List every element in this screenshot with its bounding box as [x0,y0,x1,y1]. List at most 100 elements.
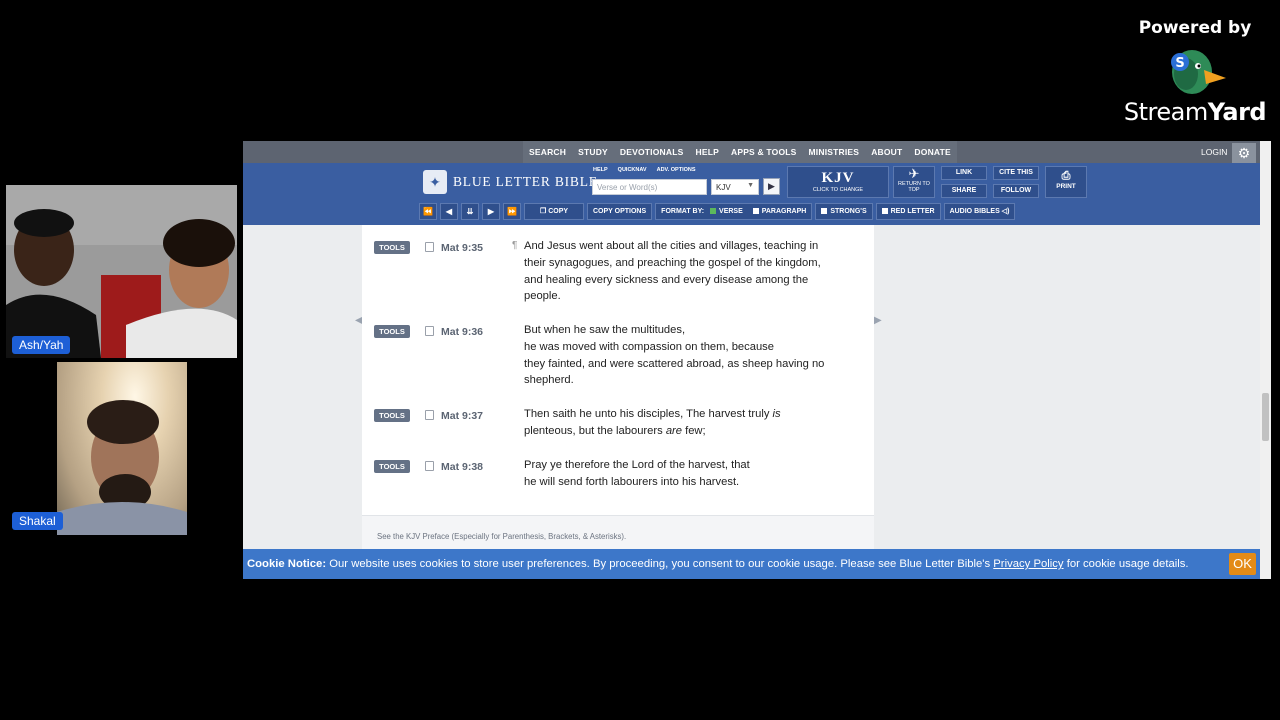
participant-video-shakal [57,362,187,535]
strongs-checkbox[interactable] [821,208,828,215]
red-letter-toggle[interactable]: RED LETTER [875,203,941,220]
jump-down-icon[interactable]: ⇊ [461,203,479,220]
strongs-label: STRONG'S [830,208,867,215]
right-arrow-icon[interactable]: ▶ [874,315,882,326]
first-chapter-icon[interactable]: ⏪ [419,203,437,220]
powered-by-label: Powered by [1138,18,1252,38]
verse-line: And Jesus went about all the cities and … [524,240,819,252]
verse-line: they fainted, and were scattered abroad,… [524,357,825,370]
privacy-policy-link[interactable]: Privacy Policy [993,558,1063,570]
adv-options-link[interactable]: ADV. OPTIONS [657,167,696,173]
tools-button[interactable]: TOOLS [374,325,410,338]
version-title: KJV [821,170,855,186]
nav-donate[interactable]: DONATE [908,141,956,163]
verse-search-input[interactable]: Verse or Word(s) [592,179,707,195]
verse-line: But when he saw the multitudes, [524,324,686,336]
verse-reference[interactable]: Mat 9:35 [441,242,483,254]
red-letter-checkbox[interactable] [881,208,888,215]
tools-button[interactable]: TOOLS [374,241,410,254]
video-frame-1 [6,185,237,358]
copy-icon[interactable] [425,326,434,336]
streamyard-duck-logo-icon: S [1171,50,1226,94]
version-switch-button[interactable]: KJV CLICK TO CHANGE [787,166,889,198]
preface-footer: See the KJV Preface (Especially for Pare… [362,515,874,551]
verse-text: Then saith he unto his disciples, The ha… [524,406,864,440]
stream-stage: Powered by S StreamYard Ash/Yah Shakal S… [0,0,1280,720]
verse-line: people. [524,290,561,303]
verse-line: he was moved with compassion on them, be… [524,340,774,353]
verse-line: and healing every sickness and every dis… [524,273,809,286]
nav-devotionals[interactable]: DEVOTIONALS [614,141,690,163]
site-logo[interactable]: ✦ BLUE LETTER BIBLE [423,170,598,194]
verse-line: Then saith he unto his disciples, The ha… [524,408,781,420]
audio-bibles-button[interactable]: AUDIO BIBLES ◁) [943,203,1016,220]
verse-reference[interactable]: Mat 9:38 [441,461,483,473]
tools-button[interactable]: TOOLS [374,409,410,422]
print-button[interactable]: ⎙ PRINT [1045,166,1087,198]
link-button[interactable]: LINK [941,166,987,180]
nav-study[interactable]: STUDY [572,141,614,163]
copy-label: COPY [548,208,569,215]
cookie-notice-label: Cookie Notice: [247,558,327,570]
verse-line: shepherd. [524,374,574,387]
format-by-label: FORMAT BY: [661,208,705,215]
audio-bibles-label: AUDIO BIBLES [949,208,1000,215]
chevron-down-icon: ▼ [747,182,754,189]
scrollbar-track[interactable] [1260,141,1271,579]
participant-video-ash-yah [6,185,237,358]
browser-viewport: SEARCH STUDY DEVOTIONALS HELP APPS & TOO… [243,141,1271,579]
follow-button[interactable]: FOLLOW [993,184,1039,198]
copy-options-button[interactable]: COPY OPTIONS [587,203,653,220]
previous-icon[interactable]: ◀ [440,203,458,220]
paragraph-checkbox[interactable] [752,208,759,215]
gear-icon[interactable]: ⚙ [1232,143,1256,163]
share-button[interactable]: SHARE [941,184,987,198]
verse-line: Pray ye therefore the Lord of the harves… [524,459,750,471]
verse-line: their synagogues, and preaching the gosp… [524,256,821,269]
reading-toolbar: ⏪ ◀ ⇊ ▶ ⏩ ❐ COPY COPY OPTIONS FORMAT BY:… [419,203,1016,220]
copy-button[interactable]: ❐ COPY [524,203,584,220]
verse-reference[interactable]: Mat 9:36 [441,326,483,338]
svg-text:S: S [1175,56,1184,71]
copy-icon[interactable] [425,410,434,420]
nav-apps-tools[interactable]: APPS & TOOLS [725,141,803,163]
verse-option-label[interactable]: VERSE [719,208,743,215]
next-icon[interactable]: ▶ [482,203,500,220]
cite-this-button[interactable]: CITE THIS [993,166,1039,180]
copy-icon[interactable] [425,242,434,252]
preface-link[interactable]: See the KJV Preface (Especially for Pare… [377,532,626,541]
last-chapter-icon[interactable]: ⏩ [503,203,521,220]
main-menu: SEARCH STUDY DEVOTIONALS HELP APPS & TOO… [523,141,957,163]
cookie-ok-button[interactable]: OK [1229,553,1256,575]
cookie-notice-text-end: for cookie usage details. [1063,558,1189,570]
printer-icon: ⎙ [1061,170,1071,182]
nav-about[interactable]: ABOUT [865,141,908,163]
version-select-value: KJV [716,183,731,192]
return-to-top-button[interactable]: ✈ RETURN TO TOP [893,166,935,198]
copy-icon[interactable] [425,461,434,471]
cookie-notice-text: Our website uses cookies to store user p… [326,558,994,570]
nav-help[interactable]: HELP [690,141,725,163]
version-select[interactable]: KJV ▼ [711,179,759,195]
red-letter-label: RED LETTER [890,208,935,215]
return-to-top-label: RETURN TO TOP [898,181,930,193]
paragraph-option-label[interactable]: PARAGRAPH [762,208,807,215]
participant-name-tag: Shakal [12,512,63,530]
quicknav-link[interactable]: QUICKNAV [618,167,647,173]
verse-reference[interactable]: Mat 9:37 [441,410,483,422]
login-link[interactable]: LOGIN [1201,147,1227,157]
nav-search[interactable]: SEARCH [523,141,572,163]
nav-ministries[interactable]: MINISTRIES [803,141,866,163]
verse-text: Pray ye therefore the Lord of the harves… [524,457,864,491]
top-navigation: SEARCH STUDY DEVOTIONALS HELP APPS & TOO… [243,141,1260,163]
airplane-icon: ✈ [908,166,920,181]
streamyard-wordmark: StreamYard [1123,98,1267,126]
scrollbar-thumb[interactable] [1262,393,1269,441]
video-frame-2 [57,400,187,535]
verse-checkbox[interactable] [710,208,717,215]
verse-text: And Jesus went about all the cities and … [524,238,864,305]
help-mini-link[interactable]: HELP [593,167,608,173]
tools-button[interactable]: TOOLS [374,460,410,473]
search-go-button[interactable]: ▶ [763,178,780,195]
strongs-toggle[interactable]: STRONG'S [815,203,873,220]
